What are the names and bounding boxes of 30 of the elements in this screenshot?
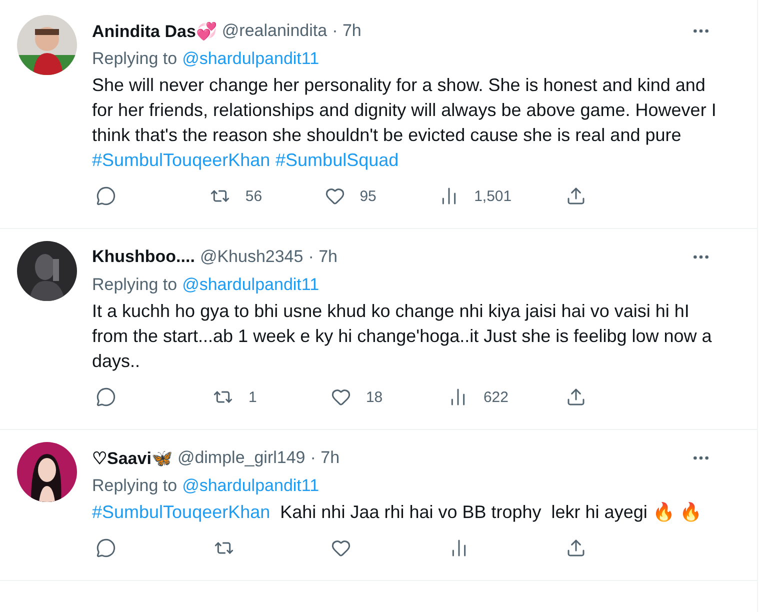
- tweet-text: She will never change her personality for a show. She is honest and kind and for her friends, relationships and dignity will always be above game. However I think that's the reason she shouldn't be evicted cause she is real and pure #SumbulTouqeerKhan #SumbulSquad: [92, 74, 718, 172]
- like-button[interactable]: 95: [324, 186, 385, 206]
- replying-label: Replying to: [92, 49, 178, 69]
- tweet-text: It a kuchh ho gya to bhi usne khud ko change nhi kiya jaisi hai vo vaisi hi hI from the start...ab 1 week e ky hi change'hoga..it Just she is feelibg low now a days..: [92, 300, 713, 373]
- tweet-time[interactable]: · 7h: [310, 448, 340, 468]
- author-name[interactable]: Khushboo....: [92, 247, 195, 267]
- views-button[interactable]: 1,501: [439, 186, 512, 206]
- retweet-button[interactable]: 56: [210, 186, 270, 206]
- tweet-time[interactable]: · 7h: [308, 247, 338, 267]
- author-handle[interactable]: @dimple_girl149: [177, 448, 306, 468]
- author-handle[interactable]: @realanindita: [222, 21, 328, 41]
- share-icon: [566, 387, 586, 407]
- share-icon: [566, 186, 586, 206]
- replying-label: Replying to: [92, 476, 178, 496]
- author-name[interactable]: ♡Saavi🦋: [92, 448, 172, 468]
- views-button[interactable]: 622: [448, 387, 508, 407]
- reply-icon: [96, 387, 116, 407]
- retweet-button[interactable]: 1: [213, 387, 274, 407]
- replying-label: Replying to: [92, 275, 178, 295]
- like-button[interactable]: 18: [330, 387, 391, 407]
- share-icon: [566, 538, 586, 558]
- reply-icon: [96, 186, 116, 206]
- heart-icon: [330, 387, 351, 407]
- author-handle[interactable]: @Khush2345: [200, 247, 304, 267]
- tweet-text: #SumbulTouqeerKhan Kahi nhi Jaa rhi hai vo BB trophy lekr hi ayegi 🔥 🔥: [92, 501, 702, 524]
- heart-icon: [331, 538, 351, 558]
- author-name[interactable]: Anindita Das💞: [92, 20, 217, 42]
- reply-icon: [96, 538, 116, 558]
- heart-icon: [324, 186, 345, 206]
- tweet-time[interactable]: · 7h: [332, 21, 362, 41]
